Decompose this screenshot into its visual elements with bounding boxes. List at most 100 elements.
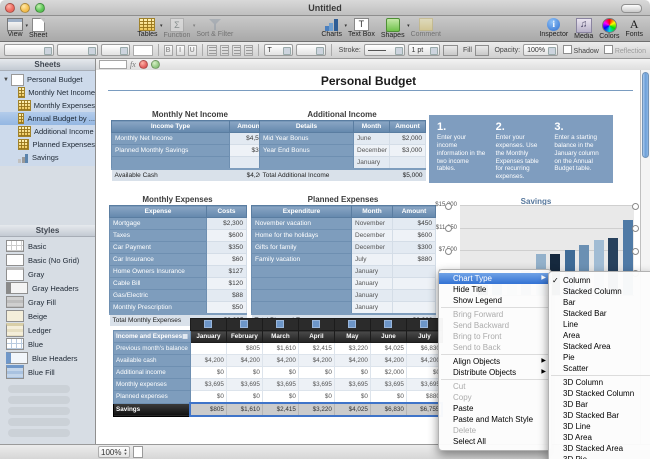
sidebar-item-monthly-net-income[interactable]: Monthly Net Income [0, 86, 95, 99]
month-header-cell[interactable]: January [189, 330, 227, 343]
table-cell[interactable]: Car Insurance [109, 253, 207, 266]
menu-item-paste[interactable]: Paste [439, 403, 551, 414]
accept-formula-button[interactable] [150, 60, 160, 69]
footer-label-cell[interactable]: Available Cash [111, 168, 230, 181]
toolbar-button-media[interactable]: ♫ Media [571, 17, 596, 40]
menu-item-paste-and-match-style[interactable]: Paste and Match Style [439, 414, 551, 425]
table-cell[interactable]: $300 [392, 241, 436, 254]
month-header-cell[interactable]: March [261, 330, 299, 343]
table-cell[interactable] [259, 156, 354, 170]
italic-button[interactable]: I [175, 44, 185, 56]
menu-item-column[interactable]: Column ✓ [549, 275, 650, 286]
selection-handle[interactable] [445, 248, 452, 255]
menu-item-select-all[interactable]: Select All [439, 436, 551, 447]
underline-button[interactable]: U [187, 44, 197, 56]
menu-item-scatter[interactable]: Scatter [549, 363, 650, 374]
menu-item-distribute-objects[interactable]: Distribute Objects ▶ [439, 367, 551, 378]
fill-color-well[interactable] [474, 44, 490, 56]
value-cell[interactable]: $3,695 [189, 378, 227, 391]
row-label-cell[interactable]: Monthly expenses [113, 378, 191, 391]
toolbar-toggle-button[interactable] [621, 4, 642, 13]
menu-item-align-objects[interactable]: Align Objects ▶ [439, 356, 551, 367]
selection-handle[interactable] [632, 225, 639, 232]
value-cell[interactable]: $4,200 [225, 354, 263, 367]
menu-item-line[interactable]: Line [549, 319, 650, 330]
value-cell[interactable]: $3,695 [333, 378, 371, 391]
menu-item-bar[interactable]: Bar [549, 297, 650, 308]
sheet-page[interactable]: Personal Budget Monthly Net Income Incom… [96, 70, 650, 459]
toolbar-button-colors[interactable]: Colors [596, 17, 622, 40]
bold-button[interactable]: B [163, 44, 173, 56]
value-cell[interactable] [189, 342, 227, 355]
table-cell[interactable]: January [353, 156, 390, 170]
toolbar-button-tables[interactable]: ▾ Tables [134, 17, 163, 38]
month-header-cell[interactable]: May [333, 330, 371, 343]
table-cell[interactable]: Taxes [109, 229, 207, 242]
cancel-formula-button[interactable] [138, 60, 148, 69]
selection-handle[interactable] [632, 203, 639, 210]
value-cell[interactable]: $3,695 [297, 378, 335, 391]
value-cell[interactable]: $0 [225, 390, 263, 404]
table-cell[interactable]: $127 [206, 265, 247, 278]
table-cell[interactable] [392, 265, 436, 278]
table-cell[interactable]: Car Payment [109, 241, 207, 254]
table-cell[interactable]: $600 [392, 229, 436, 242]
stroke-style-select[interactable] [363, 44, 405, 56]
table-cell[interactable]: December [353, 144, 390, 157]
sidebar-item-annual-budget-by[interactable]: Annual Budget by ... [0, 112, 95, 125]
value-cell[interactable]: $0 [297, 390, 335, 404]
value-cell[interactable]: $4,200 [297, 354, 335, 367]
table-cell[interactable]: December [351, 241, 393, 254]
value-cell[interactable]: $0 [297, 366, 335, 379]
menu-item-3d-stacked-column[interactable]: 3D Stacked Column [549, 388, 650, 399]
toolbar-button-fonts[interactable]: A Fonts [622, 17, 646, 39]
style-item-blue[interactable]: Blue [0, 337, 95, 351]
value-cell[interactable]: $0 [333, 366, 371, 379]
month-header-cell[interactable]: February [225, 330, 263, 343]
table-cell[interactable]: $2,000 [389, 132, 426, 145]
table-cell[interactable]: Gifts for family [251, 241, 352, 254]
stroke-width-select[interactable]: 1 pt [407, 44, 441, 56]
value-cell[interactable]: $0 [261, 366, 299, 379]
value-cell[interactable]: $4,025 [369, 342, 407, 355]
savings-value-cell[interactable]: $805 [189, 402, 227, 417]
align-left-button[interactable] [207, 44, 217, 56]
table-cell[interactable]: Year End Bonus [259, 144, 354, 157]
menu-item-stacked-area[interactable]: Stacked Area [549, 341, 650, 352]
value-cell[interactable]: $2,415 [297, 342, 335, 355]
sidebar-item-savings[interactable]: Savings [0, 151, 95, 164]
menu-item-area[interactable]: Area [549, 330, 650, 341]
table-cell[interactable]: November vacation [251, 217, 352, 230]
planned-expenses-table[interactable]: Expenditure Month Amount November vacation N… [251, 205, 436, 326]
selection-handle[interactable] [632, 248, 639, 255]
menu-item-show-legend[interactable]: Show Legend [439, 295, 551, 306]
disclosure-triangle-icon[interactable]: ▼ [3, 77, 9, 83]
cell-reference-box[interactable] [99, 60, 127, 69]
menu-item-3d-line[interactable]: 3D Line [549, 421, 650, 432]
table-cell[interactable]: $60 [206, 253, 247, 266]
row-label-cell[interactable]: Available cash [113, 354, 191, 367]
value-cell[interactable]: $4,200 [261, 354, 299, 367]
table-cell[interactable]: Home for the holidays [251, 229, 352, 242]
table-cell[interactable]: Mortgage [109, 217, 207, 230]
table-cell[interactable]: Monthly Prescription [109, 301, 207, 315]
shadow-checkbox[interactable] [562, 45, 572, 54]
savings-value-cell[interactable]: $3,220 [297, 402, 335, 417]
menu-item-pie[interactable]: Pie [549, 352, 650, 363]
value-cell[interactable]: $1,610 [261, 342, 299, 355]
table-cell[interactable]: $3,000 [389, 144, 426, 157]
toolbar-button-charts[interactable]: ▾ Charts [318, 17, 347, 38]
table-cell[interactable]: $450 [392, 217, 436, 230]
table-cell[interactable]: $50 [206, 301, 247, 315]
menu-item-3d-stacked-bar[interactable]: 3D Stacked Bar [549, 410, 650, 421]
table-cell[interactable]: $120 [206, 277, 247, 290]
row-label-cell[interactable]: Previous month's balance [113, 342, 191, 355]
menu-item-3d-pie[interactable]: 3D Pie [549, 454, 650, 459]
value-cell[interactable]: $805 [225, 342, 263, 355]
opacity-select[interactable]: 100% [523, 44, 558, 56]
table-cell[interactable] [392, 301, 436, 315]
table-cell[interactable] [392, 277, 436, 290]
sidebar-item-personal-budget[interactable]: ▼ Personal Budget [0, 73, 95, 86]
table-handle-icon[interactable]: ▦ [182, 333, 188, 340]
shadow-checkbox-label[interactable]: Shadow [562, 45, 599, 55]
